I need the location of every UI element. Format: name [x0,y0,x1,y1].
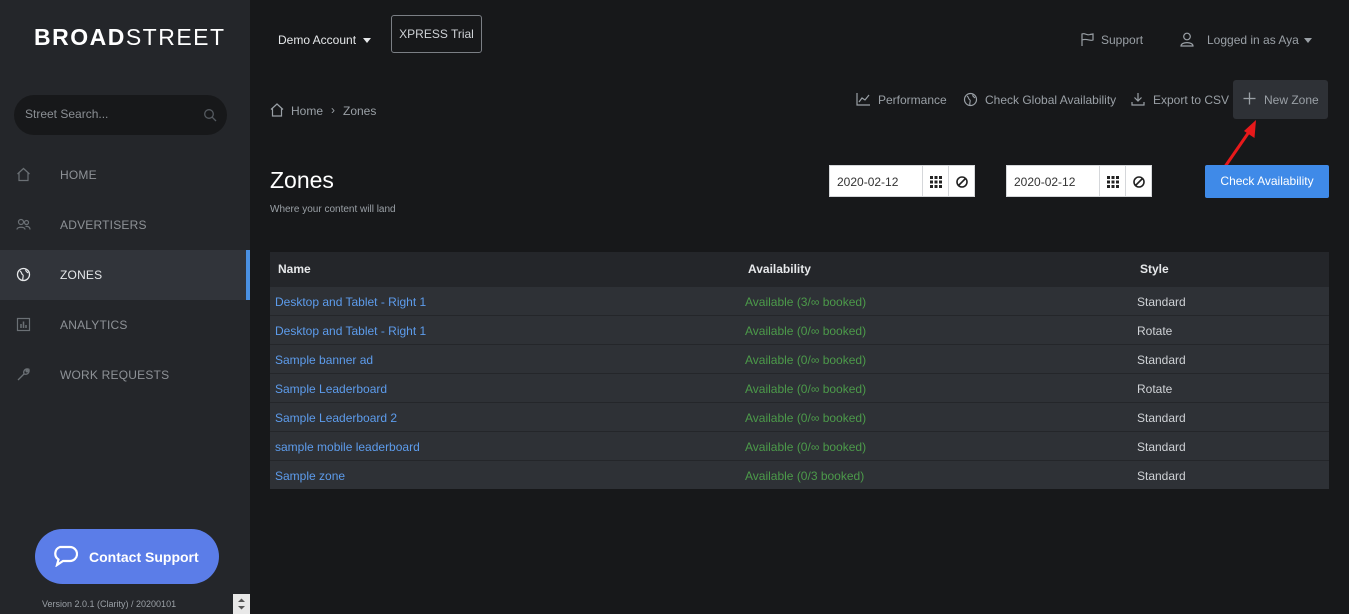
scroll-arrows-icon [238,598,245,610]
table-row: Sample banner ad Available (0/∞ booked) … [270,344,1329,373]
zone-style: Standard [1137,411,1186,425]
contact-support-label: Contact Support [89,549,199,565]
start-calendar-button[interactable] [922,165,949,197]
end-date-input[interactable]: 2020-02-12 [1006,165,1100,197]
sidebar-nav: HOME ADVERTISERS ZONES ANALYTICS WORK RE… [0,150,250,400]
calendar-grid-icon [1107,176,1119,188]
search-icon[interactable] [203,108,217,122]
zone-name-link[interactable]: Sample banner ad [275,353,373,367]
column-header-availability[interactable]: Availability [748,262,811,276]
table-row: Desktop and Tablet - Right 1 Available (… [270,315,1329,344]
end-clear-button[interactable] [1125,165,1152,197]
zone-style: Standard [1137,440,1186,454]
clear-icon [1133,176,1145,188]
zone-availability: Available (0/∞ booked) [745,411,867,425]
zone-availability: Available (0/∞ booked) [745,440,867,454]
table-row: Sample Leaderboard 2 Available (0/∞ book… [270,402,1329,431]
zone-name-link[interactable]: Sample Leaderboard 2 [275,411,397,425]
version-text: Version 2.0.1 (Clarity) / 20200101 [42,599,177,609]
zone-availability: Available (0/3 booked) [745,469,865,483]
table-row: Sample zone Available (0/3 booked) Stand… [270,460,1329,489]
contact-support-button[interactable]: Contact Support [35,529,219,584]
zone-availability: Available (0/∞ booked) [745,382,867,396]
users-icon [16,218,31,230]
flag-icon [1081,33,1094,46]
sidebar-item-work-requests[interactable]: WORK REQUESTS [0,350,250,400]
table-row: Sample Leaderboard Available (0/∞ booked… [270,373,1329,402]
table-row: Desktop and Tablet - Right 1 Available (… [270,286,1329,315]
zone-name-link[interactable]: Sample Leaderboard [275,382,387,396]
zone-style: Rotate [1137,382,1173,396]
download-icon [1131,93,1145,106]
home-icon [17,167,30,182]
sidebar: BROADSTREET Street Search... HOME ADVERT… [0,0,250,614]
zone-style: Standard [1137,353,1186,367]
globe-icon [963,92,978,107]
user-icon [1180,32,1194,47]
chevron-down-icon [363,38,372,44]
chart-icon [16,317,31,332]
sidebar-item-label: ADVERTISERS [60,218,147,232]
sidebar-item-label: ZONES [60,268,103,282]
table-row: sample mobile leaderboard Available (0/∞… [270,431,1329,460]
chat-bubble-icon [54,545,78,567]
zone-name-link[interactable]: Desktop and Tablet - Right 1 [275,324,426,338]
street-search[interactable]: Street Search... [14,95,227,135]
zone-availability: Available (0/∞ booked) [745,353,867,367]
breadcrumb-current: Zones [343,104,377,118]
brand-logo[interactable]: BROADSTREET [34,24,226,51]
breadcrumb-separator: › [331,103,335,117]
plus-icon [1243,92,1256,105]
zone-style: Standard [1137,469,1186,483]
zone-availability: Available (0/∞ booked) [745,324,867,338]
wrench-icon [17,368,30,381]
search-input[interactable]: Street Search... [25,107,108,121]
table-header: Name Availability Style [270,252,1329,286]
scroll-stepper[interactable] [233,594,250,614]
start-clear-button[interactable] [948,165,975,197]
end-calendar-button[interactable] [1099,165,1126,197]
sidebar-item-label: WORK REQUESTS [60,368,170,382]
sidebar-item-advertisers[interactable]: ADVERTISERS [0,200,250,250]
calendar-grid-icon [930,176,942,188]
sidebar-item-zones[interactable]: ZONES [0,250,250,300]
chevron-down-icon [1304,38,1312,43]
clear-icon [956,176,968,188]
zones-table: Name Availability Style Desktop and Tabl… [270,252,1329,489]
zone-availability: Available (3/∞ booked) [745,295,867,309]
new-zone-button[interactable]: New Zone [1233,80,1328,119]
sidebar-item-analytics[interactable]: ANALYTICS [0,300,250,350]
zone-name-link[interactable]: Sample zone [275,469,345,483]
zone-style: Standard [1137,295,1186,309]
home-icon [270,103,284,117]
account-selector[interactable]: Demo Account [278,33,372,47]
page-subtitle: Where your content will land [270,204,396,215]
sidebar-item-label: ANALYTICS [60,318,128,332]
check-availability-button[interactable]: Check Availability [1205,165,1329,198]
start-date-input[interactable]: 2020-02-12 [829,165,923,197]
sidebar-item-label: HOME [60,168,97,182]
globe-icon [16,267,31,282]
breadcrumb-home[interactable]: Home [291,104,323,118]
zone-style: Rotate [1137,324,1173,338]
column-header-name[interactable]: Name [278,262,311,276]
column-header-style[interactable]: Style [1140,262,1169,276]
line-chart-icon [856,93,870,106]
zone-name-link[interactable]: Desktop and Tablet - Right 1 [275,295,426,309]
zone-name-link[interactable]: sample mobile leaderboard [275,440,420,454]
xpress-trial-button[interactable]: XPRESS Trial [391,15,482,53]
page-title: Zones [270,167,334,193]
sidebar-item-home[interactable]: HOME [0,150,250,200]
